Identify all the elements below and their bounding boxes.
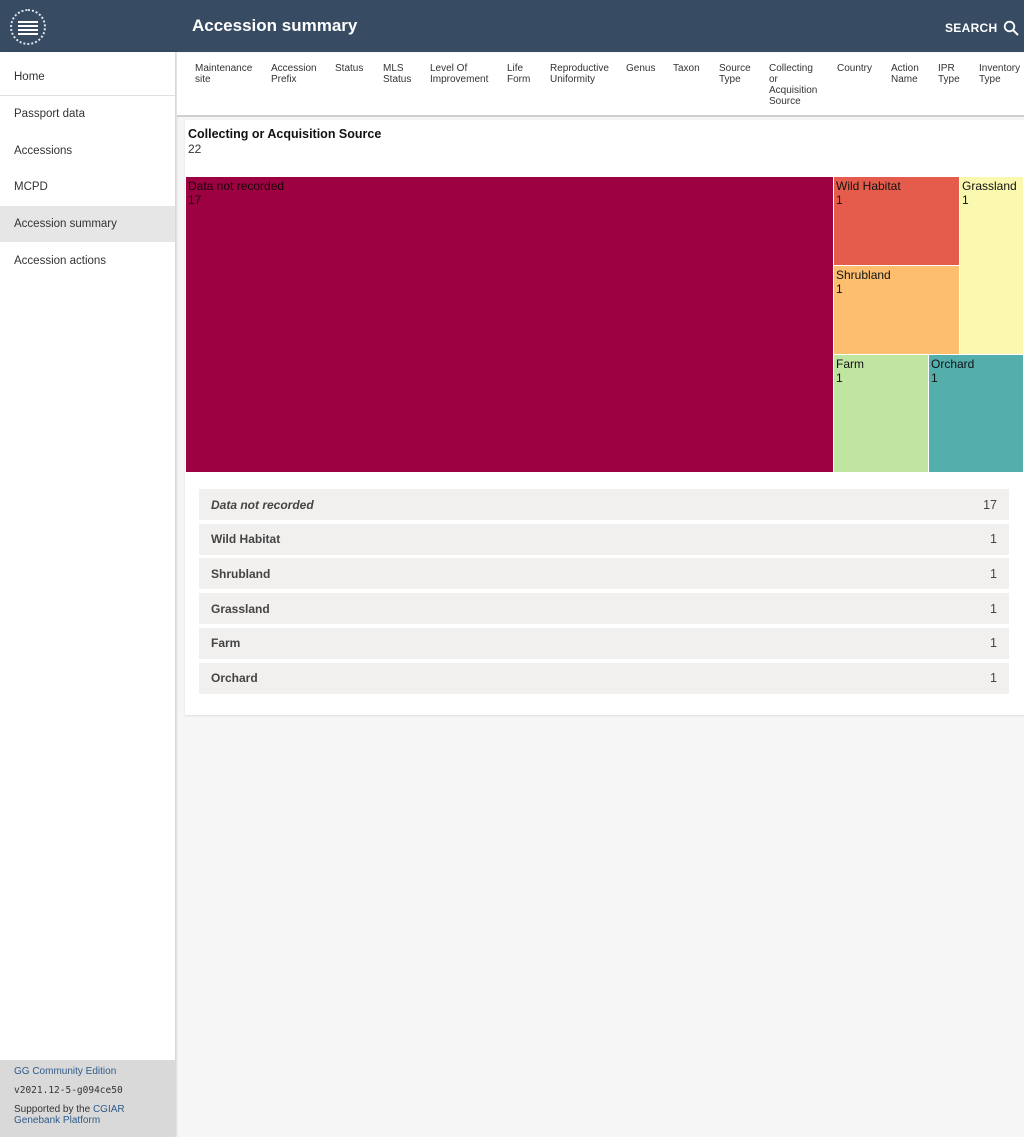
summary-title: Collecting or Acquisition Source: [188, 127, 382, 141]
sidebar-item-home[interactable]: Home: [0, 59, 175, 96]
tile-value: 1: [836, 371, 843, 385]
summary-total: 22: [188, 142, 202, 156]
tile-label: Data not recorded: [188, 179, 285, 193]
app-header: Accession summary SEARCH: [0, 0, 1024, 52]
sidebar-footer: GG Community Edition v2021.12-5-g094ce50…: [0, 1060, 175, 1137]
tile-label: Grassland: [962, 179, 1017, 193]
summary-row[interactable]: Shrubland 1: [199, 558, 1009, 590]
treemap-tile[interactable]: Shrubland 1: [834, 266, 960, 355]
version-text: v2021.12-5-g094ce50: [14, 1085, 123, 1096]
summary-row[interactable]: Data not recorded 17: [199, 489, 1009, 520]
column-tab[interactable]: Country: [837, 63, 872, 74]
row-label: Grassland: [211, 601, 270, 616]
column-tab[interactable]: Source Type: [719, 63, 751, 85]
column-tab[interactable]: Inventory Type: [979, 63, 1020, 85]
summary-card: Collecting or Acquisition Source 22 Data…: [185, 120, 1024, 715]
tile-label: Orchard: [931, 357, 975, 371]
treemap-tile[interactable]: Grassland 1: [960, 177, 1024, 355]
column-tab[interactable]: MLS Status: [383, 63, 411, 85]
row-count: 17: [983, 497, 997, 512]
treemap-tile[interactable]: Farm 1: [834, 355, 929, 473]
row-label: Farm: [211, 636, 241, 651]
sidebar-item-accession-summary[interactable]: Accession summary: [0, 205, 175, 243]
treemap-tile[interactable]: Wild Habitat 1: [834, 177, 960, 266]
sidebar-item-mcpd[interactable]: MCPD: [0, 169, 175, 206]
column-tab[interactable]: Status: [335, 63, 363, 74]
sidebar: Home Passport data Accessions MCPD Acces…: [0, 52, 175, 1137]
column-tab[interactable]: Collecting or Acquisition Source: [769, 63, 817, 107]
column-tab[interactable]: IPR Type: [938, 63, 960, 85]
summary-row[interactable]: Farm 1: [199, 627, 1009, 659]
treemap-tile[interactable]: Orchard 1: [929, 355, 1024, 473]
tile-value: 1: [836, 193, 843, 207]
row-label: Shrubland: [211, 566, 271, 581]
edition-link[interactable]: GG Community Edition: [14, 1066, 161, 1077]
tile-label: Shrubland: [836, 268, 891, 282]
column-tab[interactable]: Accession Prefix: [271, 63, 317, 85]
sidebar-item-accession-actions[interactable]: Accession actions: [0, 242, 175, 279]
row-count: 1: [990, 532, 997, 547]
column-tab[interactable]: Genus: [626, 63, 655, 74]
column-tab[interactable]: Life Form: [507, 63, 530, 85]
column-tab[interactable]: Taxon: [673, 63, 700, 74]
row-label: Orchard: [211, 671, 258, 685]
tile-label: Farm: [836, 357, 864, 371]
row-label: Wild Habitat: [211, 532, 281, 547]
column-tab[interactable]: Maintenance site: [195, 63, 252, 85]
row-count: 1: [990, 671, 997, 685]
search-icon: [1004, 20, 1020, 36]
summary-row[interactable]: Grassland 1: [199, 593, 1009, 625]
column-tab[interactable]: Action Name: [891, 63, 919, 85]
summary-row[interactable]: Wild Habitat 1: [199, 523, 1009, 555]
column-tab[interactable]: Level Of Improvement: [430, 63, 488, 85]
search-label: SEARCH: [945, 21, 998, 35]
tile-value: 1: [836, 282, 843, 296]
grin-global-logo[interactable]: [10, 9, 46, 45]
treemap-tile[interactable]: Data not recorded 17: [186, 177, 834, 473]
supported-text: Supported by the: [14, 1104, 93, 1115]
row-count: 1: [990, 636, 997, 651]
page-title: Accession summary: [192, 16, 358, 35]
row-count: 1: [990, 566, 997, 581]
column-tab[interactable]: Reproductive Uniformity: [550, 63, 609, 85]
search-button[interactable]: SEARCH: [945, 20, 1020, 36]
tile-value: 1: [962, 193, 969, 207]
row-count: 1: [990, 601, 997, 616]
sidebar-item-accessions[interactable]: Accessions: [0, 132, 175, 169]
tile-label: Wild Habitat: [836, 179, 901, 193]
summary-column-tabs: Maintenance site Accession Prefix Status ML…: [177, 53, 1024, 117]
tile-value: 17: [188, 193, 202, 207]
row-label: Data not recorded: [211, 497, 314, 512]
summary-row[interactable]: Orchard 1: [199, 662, 1009, 694]
sidebar-item-passport-data[interactable]: Passport data: [0, 96, 175, 133]
tile-value: 1: [931, 371, 938, 385]
